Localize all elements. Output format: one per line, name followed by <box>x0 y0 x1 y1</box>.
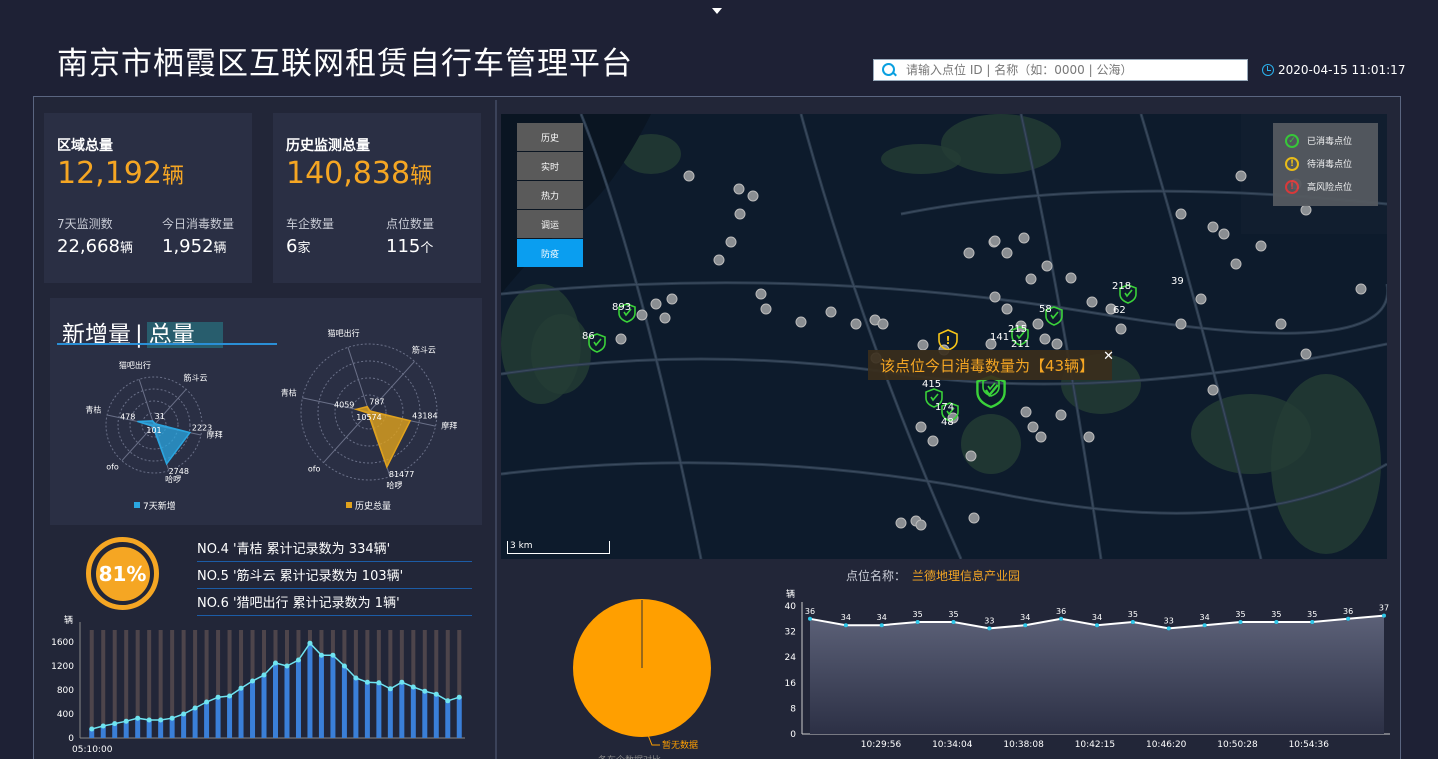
area-ylabel: 辆 <box>786 588 795 600</box>
area-point <box>915 620 920 624</box>
area-point <box>951 620 956 624</box>
area-ytick: 24 <box>785 653 797 663</box>
area-point <box>1382 613 1386 618</box>
area-point <box>1238 620 1243 624</box>
area-point <box>1202 623 1207 628</box>
area-point <box>1310 620 1315 624</box>
area-value-label: 33 <box>984 616 994 625</box>
area-point <box>987 626 992 631</box>
area-ytick: 40 <box>785 602 797 612</box>
area-value-label: 35 <box>948 610 958 619</box>
area-ytick: 8 <box>790 704 796 714</box>
area-point <box>1059 616 1064 621</box>
area-xtick: 10:46:20 <box>1146 740 1187 750</box>
area-xtick: 10:42:15 <box>1075 740 1115 750</box>
area-point <box>879 623 884 628</box>
pie-legend: 暂无数据 <box>662 739 698 751</box>
area-point <box>1023 623 1028 628</box>
dashboard: 南京市栖霞区互联网租赁自行车管理平台 2020-04-15 11:01:17 区… <box>0 0 1438 759</box>
area-ytick: 0 <box>790 730 796 740</box>
area-value-label: 34 <box>1092 613 1102 622</box>
area-value-label: 35 <box>913 610 923 619</box>
area-value-label: 34 <box>841 613 851 622</box>
area-ytick: 32 <box>785 628 796 638</box>
area-value-label: 35 <box>1128 610 1138 619</box>
bottom-charts: 暂无数据各车企数据对比 辆 0 8 16 24 32 40 36 34 34 35 35 33 34 36 34… <box>573 588 1390 759</box>
area-xtick: 10:38:08 <box>1003 740 1044 750</box>
area-value-label: 34 <box>1200 613 1210 622</box>
area-point <box>1130 620 1135 624</box>
area-value-label: 36 <box>805 607 815 616</box>
area-point <box>808 616 812 621</box>
pie-caption: 各车企数据对比 <box>598 754 661 759</box>
area-ytick: 16 <box>785 679 797 689</box>
area-xtick: 10:50:28 <box>1217 740 1258 750</box>
area-xtick: 10:34:04 <box>932 740 973 750</box>
area-point <box>1346 616 1351 621</box>
area-value-label: 35 <box>1235 610 1245 619</box>
area-value-label: 37 <box>1379 604 1389 613</box>
area-value-label: 35 <box>1271 610 1281 619</box>
area-value-label: 35 <box>1307 610 1317 619</box>
area-point <box>843 623 848 628</box>
area-value-label: 36 <box>1056 607 1066 616</box>
area-xtick: 10:29:56 <box>861 740 902 750</box>
area-point <box>1095 623 1099 628</box>
area-point <box>1274 620 1279 624</box>
area-point <box>1166 626 1171 631</box>
area-value-label: 36 <box>1343 607 1353 616</box>
area-value-label: 33 <box>1164 616 1174 625</box>
area-fill <box>810 615 1384 734</box>
area-value-label: 34 <box>877 613 887 622</box>
area-xtick: 10:54:36 <box>1289 740 1330 750</box>
area-value-label: 34 <box>1020 613 1030 622</box>
